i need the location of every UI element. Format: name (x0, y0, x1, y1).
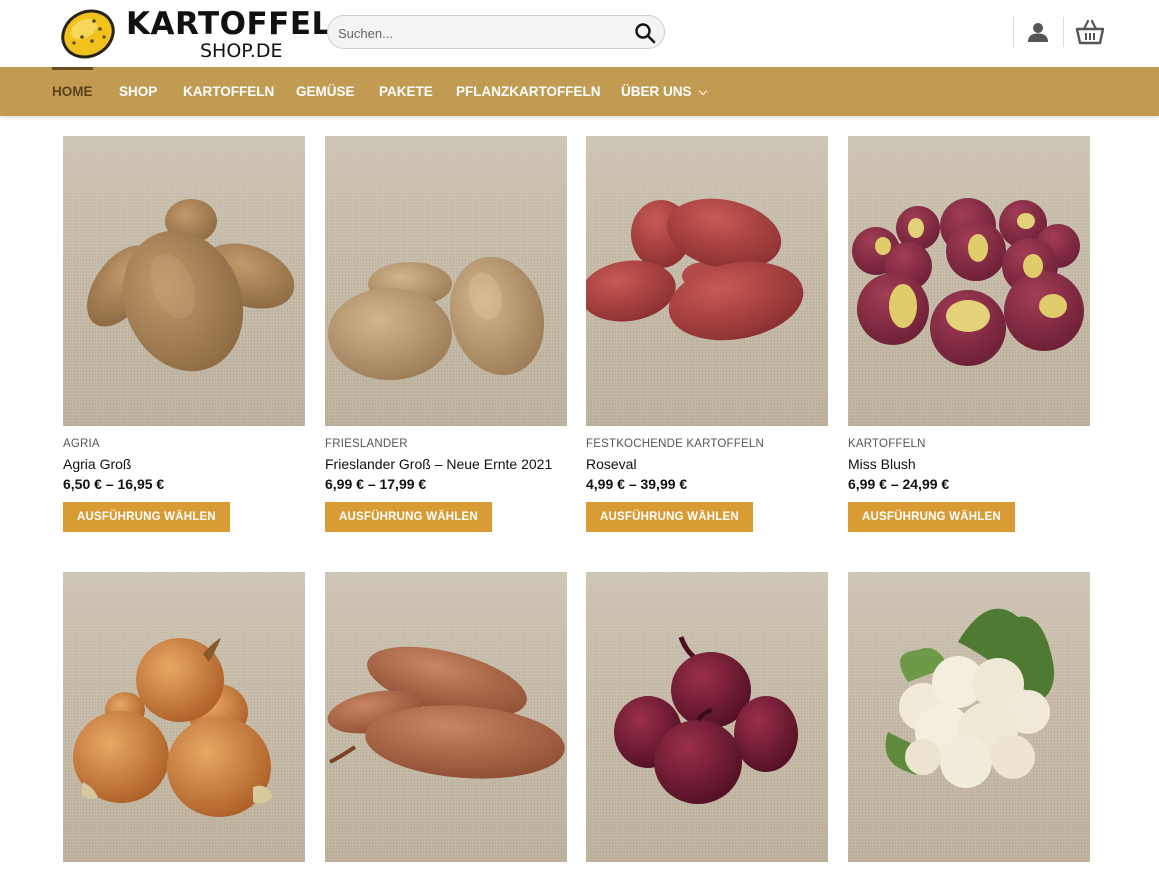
nav-item-shop[interactable]: SHOP (119, 67, 157, 116)
product-image[interactable] (848, 136, 1090, 426)
onions-red-image (586, 572, 828, 862)
product-price: 6,50 € – 16,95 € (63, 476, 165, 492)
sweet-potatoes-image (325, 572, 567, 862)
nav-label: PFLANZKARTOFFELN (456, 84, 601, 99)
site-header: KARTOFFEL SHOP.DE (0, 0, 1159, 67)
product-price: 6,99 € – 24,99 € (848, 476, 950, 492)
user-icon[interactable] (1026, 20, 1050, 44)
nav-item-pakete[interactable]: PAKETE (379, 67, 433, 116)
header-divider (1063, 17, 1064, 47)
product-image[interactable] (325, 136, 567, 426)
product-name[interactable]: Frieslander Groß – Neue Ernte 2021 (325, 456, 552, 472)
select-option-button[interactable]: AUSFÜHRUNG WÄHLEN (325, 502, 492, 532)
product-image[interactable] (63, 572, 305, 862)
product-image[interactable] (325, 572, 567, 862)
potatoes-miss-blush-image (848, 136, 1090, 426)
product-name[interactable]: Roseval (586, 456, 637, 472)
nav-label: HOME (52, 84, 93, 99)
basket-icon[interactable] (1075, 18, 1105, 46)
potatoes-roseval-image (586, 136, 828, 426)
select-option-button[interactable]: AUSFÜHRUNG WÄHLEN (586, 502, 753, 532)
logo-text-line2: SHOP.DE (200, 40, 283, 62)
site-logo[interactable]: KARTOFFEL SHOP.DE (60, 5, 331, 63)
nav-label: PAKETE (379, 84, 433, 99)
logo-text-line1: KARTOFFEL (126, 6, 332, 42)
search-icon[interactable] (634, 22, 656, 44)
product-price: 4,99 € – 39,99 € (586, 476, 688, 492)
onions-yellow-image (63, 572, 305, 862)
nav-item-pflanzkartoffeln[interactable]: PFLANZKARTOFFELN (456, 67, 601, 116)
potatoes-agria-image (63, 136, 305, 426)
nav-item-gemuese[interactable]: GEMÜSE (296, 67, 355, 116)
product-image[interactable] (848, 572, 1090, 862)
nav-item-ueber-uns[interactable]: ÜBER UNS (621, 67, 708, 116)
product-name[interactable]: Miss Blush (848, 456, 916, 472)
main-nav: HOME SHOP KARTOFFELN GEMÜSE PAKETE PFLAN… (0, 67, 1159, 116)
product-image[interactable] (63, 136, 305, 426)
potato-logo-icon (61, 9, 115, 59)
nav-label: GEMÜSE (296, 84, 355, 99)
select-option-button[interactable]: AUSFÜHRUNG WÄHLEN (848, 502, 1015, 532)
product-image[interactable] (586, 136, 828, 426)
select-option-button[interactable]: AUSFÜHRUNG WÄHLEN (63, 502, 230, 532)
nav-item-kartoffeln[interactable]: KARTOFFELN (183, 67, 274, 116)
potatoes-frieslander-image (325, 136, 567, 426)
search-bar (327, 15, 665, 49)
search-input[interactable] (338, 23, 628, 43)
product-name[interactable]: Agria Groß (63, 456, 131, 472)
header-divider (1013, 17, 1014, 47)
product-category[interactable]: FRIESLANDER (325, 438, 408, 450)
nav-label: ÜBER UNS (621, 84, 692, 99)
product-category[interactable]: FESTKOCHENDE KARTOFFELN (586, 438, 764, 450)
product-category[interactable]: AGRIA (63, 438, 100, 450)
product-image[interactable] (586, 572, 828, 862)
chevron-down-icon (698, 89, 708, 96)
product-category[interactable]: KARTOFFELN (848, 438, 926, 450)
nav-item-home[interactable]: HOME (52, 67, 93, 116)
product-price: 6,99 € – 17,99 € (325, 476, 427, 492)
nav-label: SHOP (119, 84, 158, 99)
nav-label: KARTOFFELN (183, 84, 275, 99)
cauliflower-image (848, 572, 1090, 862)
